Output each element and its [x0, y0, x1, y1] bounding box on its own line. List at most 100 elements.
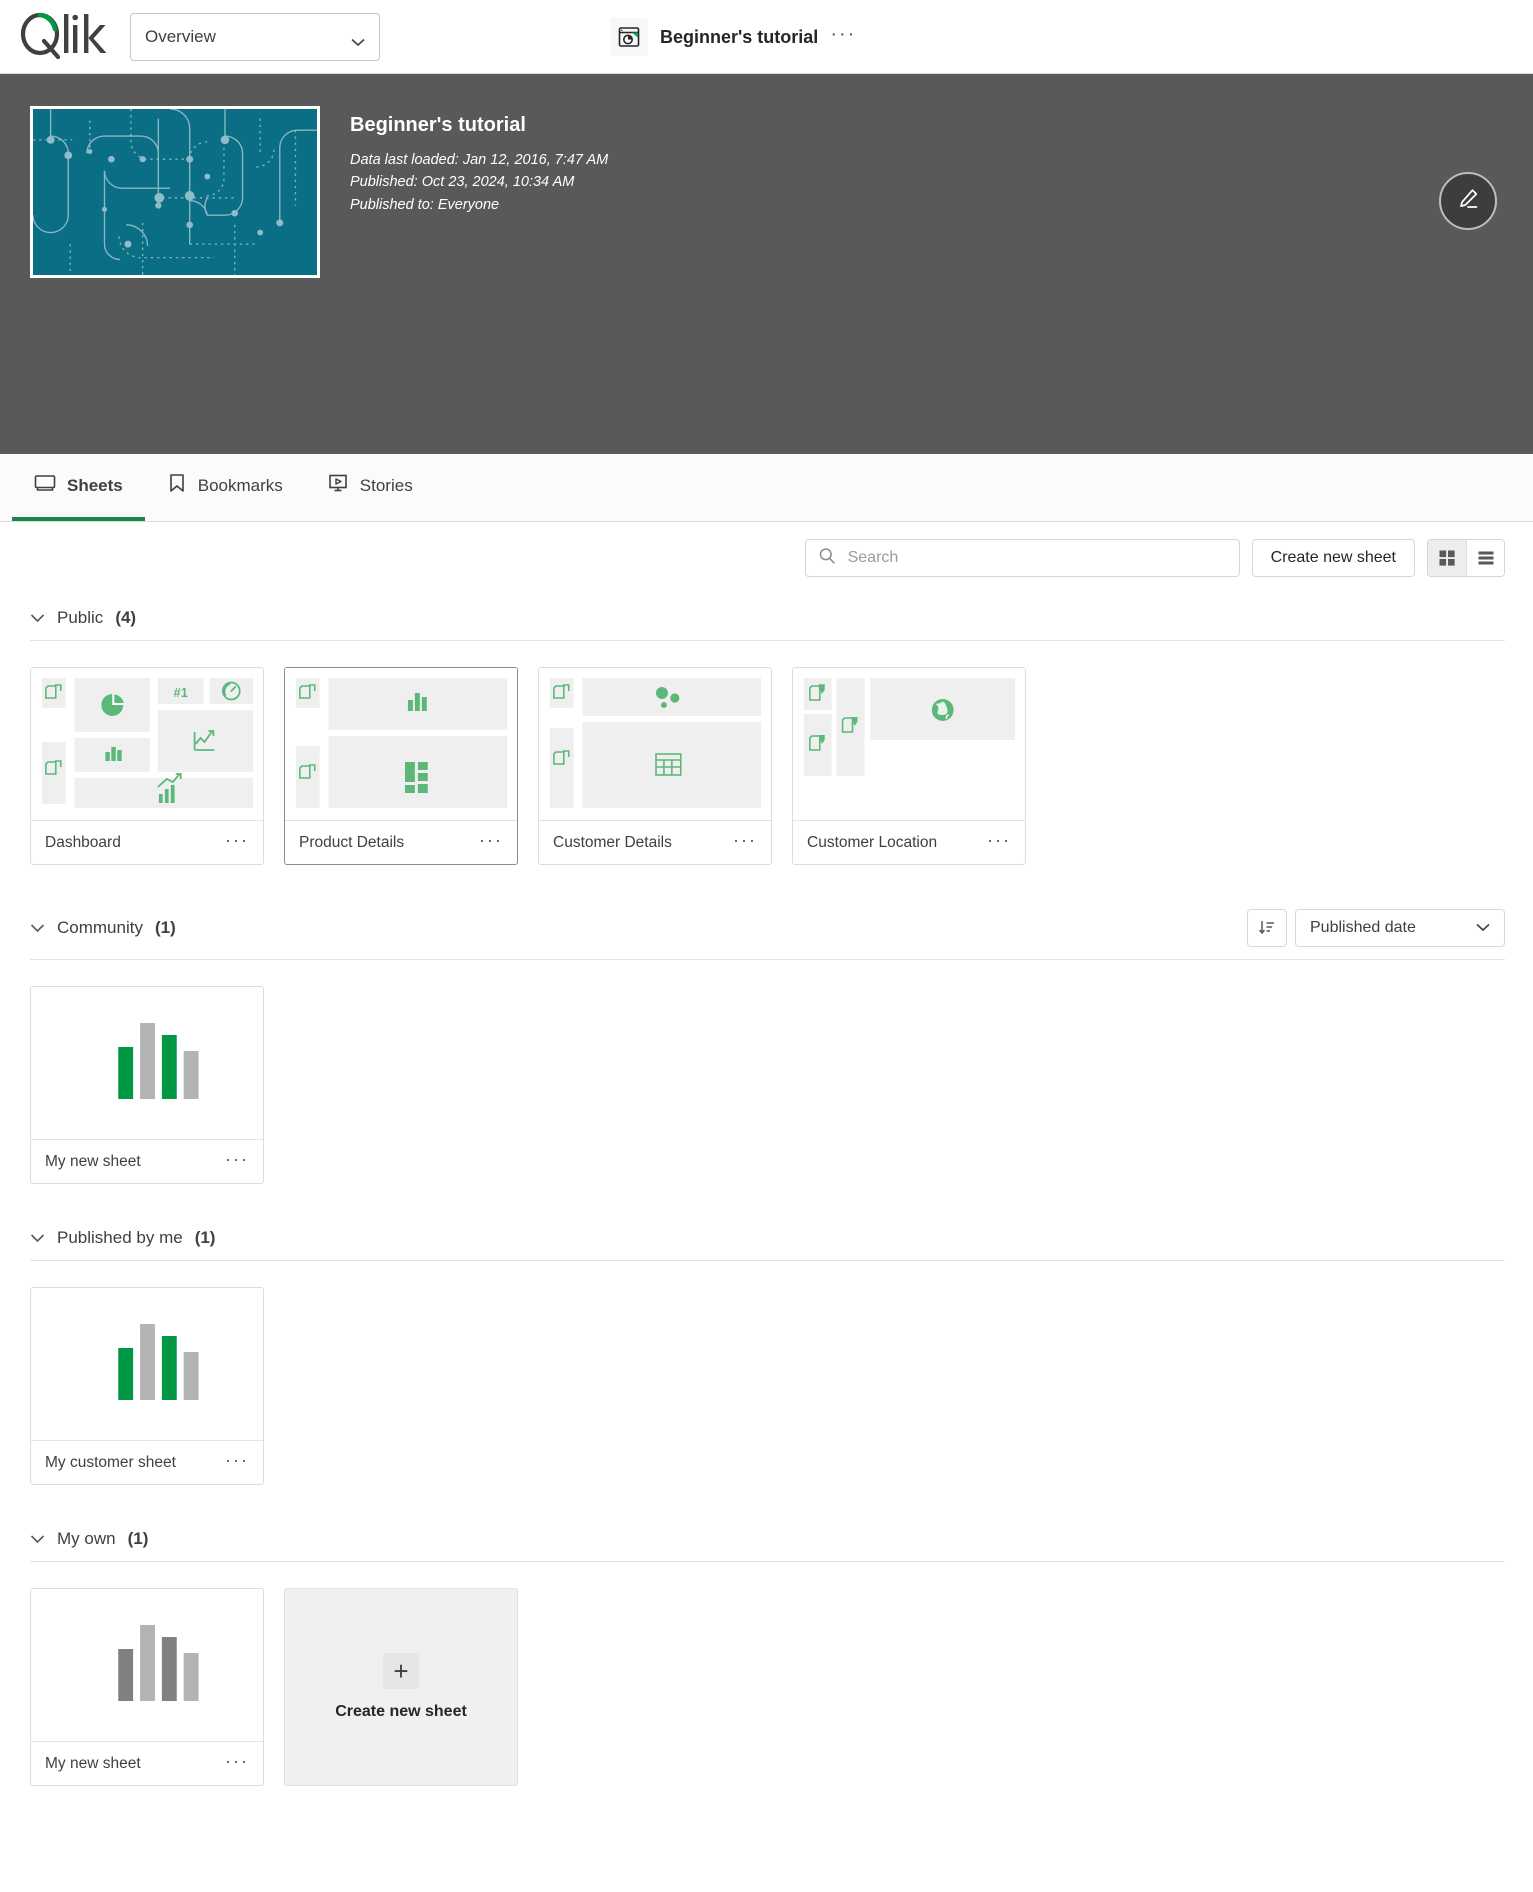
sheet-card-my-new-sheet-own[interactable]: My new sheet ···: [30, 1588, 264, 1786]
section-community-header: Community (1) Published date: [30, 895, 1505, 960]
section-public-toggle[interactable]: Public (4): [30, 608, 136, 628]
section-community: Community (1) Published date: [0, 895, 1533, 1214]
section-my-own-count: (1): [128, 1529, 149, 1549]
sheet-menu-button[interactable]: ···: [225, 1150, 249, 1173]
sheet-card-footer: Dashboard ···: [31, 820, 263, 864]
pencil-icon: [1455, 186, 1481, 217]
sheet-name: Dashboard: [45, 834, 121, 852]
sheet-preview-dashboard: #1: [31, 668, 263, 820]
tab-bookmarks-label: Bookmarks: [198, 476, 283, 496]
chevron-down-icon: [30, 918, 45, 938]
app-context-selector[interactable]: Overview: [130, 13, 380, 61]
section-my-own-header: My own (1): [30, 1515, 1505, 1562]
sheet-card-footer: Customer Details ···: [539, 820, 771, 864]
section-my-own: My own (1) My new sheet ··· + Create: [0, 1515, 1533, 1816]
sheet-preview-bars-green: [31, 1288, 263, 1440]
section-public: Public (4): [0, 594, 1533, 895]
section-public-title: Public: [57, 608, 103, 628]
sheet-menu-button[interactable]: ···: [987, 831, 1011, 854]
sheet-preview-customer-details: [539, 668, 771, 820]
section-community-toggle[interactable]: Community (1): [30, 918, 176, 938]
create-new-sheet-button[interactable]: Create new sheet: [1252, 539, 1415, 577]
top-bar-app-name: Beginner's tutorial: [660, 27, 818, 48]
app-context-label: Overview: [145, 27, 216, 47]
app-more-menu-button[interactable]: ···: [830, 24, 856, 50]
section-community-count: (1): [155, 918, 176, 938]
svg-text:#1: #1: [174, 685, 188, 700]
sheets-toolbar: Create new sheet: [0, 522, 1533, 594]
sheet-name: Customer Location: [807, 834, 937, 852]
sheet-card-footer: Product Details ···: [285, 820, 517, 864]
search-input[interactable]: [846, 548, 1227, 568]
app-meta: Beginner's tutorial Data last loaded: Ja…: [350, 106, 608, 454]
section-published-by-me-title: Published by me: [57, 1228, 183, 1248]
create-new-sheet-tile-label: Create new sheet: [335, 1703, 467, 1721]
tab-sheets[interactable]: Sheets: [12, 454, 145, 521]
tab-sheets-label: Sheets: [67, 476, 123, 496]
sheet-icon: [34, 472, 56, 499]
sheet-card-customer-details[interactable]: Customer Details ···: [538, 667, 772, 865]
sheet-preview-bars-green: [31, 987, 263, 1139]
sheet-card-footer: Customer Location ···: [793, 820, 1025, 864]
section-public-count: (4): [115, 608, 136, 628]
sheet-card-my-customer-sheet[interactable]: My customer sheet ···: [30, 1287, 264, 1485]
create-new-sheet-tile[interactable]: + Create new sheet: [284, 1588, 518, 1786]
community-sheet-list: My new sheet ···: [30, 960, 1505, 1214]
public-sheet-list: #1: [30, 641, 1505, 895]
sheet-card-customer-location[interactable]: Customer Location ···: [792, 667, 1026, 865]
sheet-name: My new sheet: [45, 1153, 141, 1171]
sheet-card-footer: My new sheet ···: [31, 1741, 263, 1785]
app-data-last-loaded: Data last loaded: Jan 12, 2016, 7:47 AM: [350, 149, 608, 171]
content-tabs: Sheets Bookmarks Stories: [0, 454, 1533, 522]
search-icon: [818, 547, 836, 570]
sheet-card-product-details[interactable]: Product Details ···: [284, 667, 518, 865]
sheet-preview-product-details: [285, 668, 517, 820]
section-community-title: Community: [57, 918, 143, 938]
sheet-card-my-new-sheet-community[interactable]: My new sheet ···: [30, 986, 264, 1184]
edit-app-button[interactable]: [1439, 172, 1497, 230]
top-bar-app-info: Beginner's tutorial ···: [610, 0, 856, 74]
section-public-header: Public (4): [30, 594, 1505, 641]
sheet-card-dashboard[interactable]: #1: [30, 667, 264, 865]
sheet-menu-button[interactable]: ···: [225, 1752, 249, 1775]
sheet-name: My new sheet: [45, 1755, 141, 1773]
sheet-menu-button[interactable]: ···: [225, 1451, 249, 1474]
chevron-down-icon: [30, 608, 45, 628]
chevron-down-icon: [30, 1529, 45, 1549]
app-header: Beginner's tutorial Data last loaded: Ja…: [0, 74, 1533, 454]
app-published-to: Published to: Everyone: [350, 194, 608, 216]
app-published-date: Published: Oct 23, 2024, 10:34 AM: [350, 171, 608, 193]
sheet-preview-customer-location: [793, 668, 1025, 820]
app-pie-window-icon: [610, 18, 648, 56]
published-by-me-sheet-list: My customer sheet ···: [30, 1261, 1505, 1515]
sheet-card-footer: My new sheet ···: [31, 1139, 263, 1183]
sort-descending-icon[interactable]: [1247, 909, 1287, 947]
sheet-name: Customer Details: [553, 834, 672, 852]
sheet-menu-button[interactable]: ···: [479, 831, 503, 854]
app-title: Beginner's tutorial: [350, 114, 608, 137]
search-box[interactable]: [805, 539, 1240, 577]
section-published-by-me-count: (1): [195, 1228, 216, 1248]
bookmark-icon: [167, 472, 187, 499]
section-published-by-me-header: Published by me (1): [30, 1214, 1505, 1261]
tab-bookmarks[interactable]: Bookmarks: [145, 454, 305, 521]
view-toggle: [1427, 539, 1505, 577]
sort-field-value: Published date: [1310, 919, 1416, 937]
sheet-preview-bars-gray: [31, 1589, 263, 1741]
sheet-name: Product Details: [299, 834, 404, 852]
qlik-logo[interactable]: [18, 11, 114, 63]
section-published-by-me: Published by me (1) My customer sheet ··…: [0, 1214, 1533, 1515]
top-bar: Overview Beginner's tutorial ···: [0, 0, 1533, 74]
tab-stories[interactable]: Stories: [305, 454, 435, 521]
section-my-own-toggle[interactable]: My own (1): [30, 1529, 148, 1549]
story-icon: [327, 472, 349, 499]
tab-stories-label: Stories: [360, 476, 413, 496]
section-my-own-title: My own: [57, 1529, 116, 1549]
sort-field-select[interactable]: Published date: [1295, 909, 1505, 947]
grid-view-icon[interactable]: [1428, 540, 1466, 576]
section-published-by-me-toggle[interactable]: Published by me (1): [30, 1228, 215, 1248]
sheet-menu-button[interactable]: ···: [225, 831, 249, 854]
sort-controls: Published date: [1247, 909, 1505, 947]
list-view-icon[interactable]: [1466, 540, 1504, 576]
sheet-menu-button[interactable]: ···: [733, 831, 757, 854]
